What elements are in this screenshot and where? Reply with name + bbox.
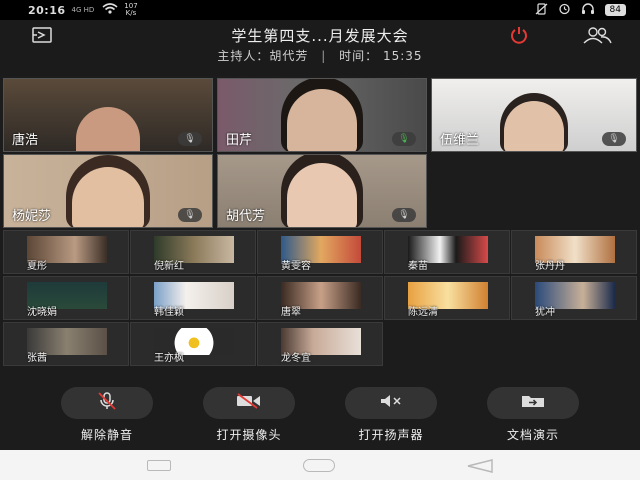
alarm-icon: [558, 2, 571, 18]
participant-cell[interactable]: 黄雯容: [257, 230, 383, 274]
camera-button[interactable]: 打开摄像头: [194, 387, 304, 443]
participant-name: 唐翠: [281, 307, 301, 318]
system-nav-bar: [0, 450, 640, 480]
participant-video: [76, 107, 140, 151]
time-label: 时间：: [339, 49, 379, 63]
participant-name: 张茜: [27, 353, 47, 364]
document-share-icon: [520, 393, 546, 413]
participant-cell[interactable]: 夏彤: [3, 230, 129, 274]
battery-indicator: 84: [604, 4, 626, 16]
participant-video: [287, 163, 357, 227]
participant-name: 龙冬宜: [281, 353, 311, 364]
home-icon[interactable]: [303, 459, 335, 472]
meeting-title: 学生第四支...月发展大会: [231, 27, 409, 45]
mic-muted-icon: 🎙: [178, 132, 202, 146]
unmute-label: 解除静音: [80, 428, 133, 442]
headphones-icon: [581, 2, 595, 18]
participant-cell[interactable]: 唐翠: [257, 276, 383, 320]
participant-cell[interactable]: 犹冲: [511, 276, 637, 320]
mic-muted-icon: 🎙: [178, 208, 202, 222]
participant-name: 沈晓娟: [27, 307, 57, 318]
participant-name: 田芹: [226, 133, 253, 148]
video-tile[interactable]: 杨妮莎 🎙: [3, 154, 213, 228]
document-share-pill[interactable]: [487, 387, 579, 419]
vibrate-off-icon: [535, 2, 548, 18]
participant-cell[interactable]: 韩佳颖: [130, 276, 256, 320]
participant-name: 黄雯容: [281, 261, 311, 272]
camera-label: 打开摄像头: [216, 428, 282, 442]
mic-muted-icon: 🎙: [392, 208, 416, 222]
speed-unit: K/s: [125, 9, 137, 17]
mic-active-icon: 🎙: [392, 132, 416, 146]
participant-name: 夏彤: [27, 261, 47, 272]
members-icon[interactable]: [578, 24, 616, 46]
mic-muted-icon: 🎙: [602, 132, 626, 146]
video-tile[interactable]: 唐浩 🎙: [3, 78, 213, 152]
status-time: 20:16: [28, 3, 66, 17]
wifi-icon: [102, 3, 118, 17]
host-label: 主持人：胡代芳: [217, 49, 309, 63]
network-indicator: 4G HD: [71, 5, 95, 14]
subtitle-separator: |: [321, 49, 327, 63]
video-tile[interactable]: 伍维兰 🎙: [431, 78, 637, 152]
back-icon[interactable]: [466, 458, 494, 477]
power-icon[interactable]: [506, 24, 532, 46]
speaker-pill[interactable]: [345, 387, 437, 419]
speaker-button[interactable]: 打开扬声器: [336, 387, 446, 443]
speaker-off-icon: [378, 393, 404, 413]
participant-name: 倪新红: [154, 261, 184, 272]
participant-cell[interactable]: 张茜: [3, 322, 129, 366]
camera-pill[interactable]: [203, 387, 295, 419]
document-share-label: 文档演示: [506, 428, 559, 442]
participant-name: 张丹丹: [535, 261, 565, 272]
participant-name: 韩佳颖: [154, 307, 184, 318]
participant-video: [504, 101, 564, 151]
meeting-header: 学生第四支...月发展大会 主持人：胡代芳 | 时间： 15:35: [0, 20, 640, 76]
recent-apps-icon[interactable]: [147, 460, 171, 471]
document-share-button[interactable]: 文档演示: [478, 387, 588, 443]
video-tile[interactable]: 田芹 🎙: [217, 78, 427, 152]
participant-video: [72, 167, 144, 227]
speaker-label: 打开扬声器: [358, 428, 424, 442]
participant-cell[interactable]: 陈远清: [384, 276, 510, 320]
participant-name: 杨妮莎: [12, 209, 52, 224]
participant-cell[interactable]: 沈晓娟: [3, 276, 129, 320]
participant-cell[interactable]: 王亦枫: [130, 322, 256, 366]
participant-name: 犹冲: [535, 307, 555, 318]
participant-cell[interactable]: 秦苗: [384, 230, 510, 274]
participant-name: 秦苗: [408, 261, 428, 272]
meeting-controls: 解除静音 打开摄像头 打开扬声器 文档演示: [0, 385, 640, 445]
video-tile[interactable]: 胡代芳 🎙: [217, 154, 427, 228]
participant-cell[interactable]: 龙冬宜: [257, 322, 383, 366]
mic-muted-icon: [96, 391, 118, 415]
camera-off-icon: [235, 393, 263, 413]
participant-cell[interactable]: 倪新红: [130, 230, 256, 274]
participant-name: 伍维兰: [440, 133, 480, 148]
unmute-pill[interactable]: [61, 387, 153, 419]
participant-name: 胡代芳: [226, 209, 266, 224]
participant-name: 王亦枫: [154, 353, 184, 364]
status-bar: 20:16 4G HD 107 K/s 84: [0, 0, 640, 20]
meeting-subtitle: 主持人：胡代芳 | 时间： 15:35: [0, 47, 640, 64]
participant-name: 陈远清: [408, 307, 438, 318]
participant-name: 唐浩: [12, 133, 39, 148]
participant-video: [287, 89, 357, 151]
network-speed: 107 K/s: [124, 3, 137, 17]
participant-cell[interactable]: 张丹丹: [511, 230, 637, 274]
time-value: 15:35: [382, 49, 423, 63]
unmute-button[interactable]: 解除静音: [52, 387, 162, 443]
